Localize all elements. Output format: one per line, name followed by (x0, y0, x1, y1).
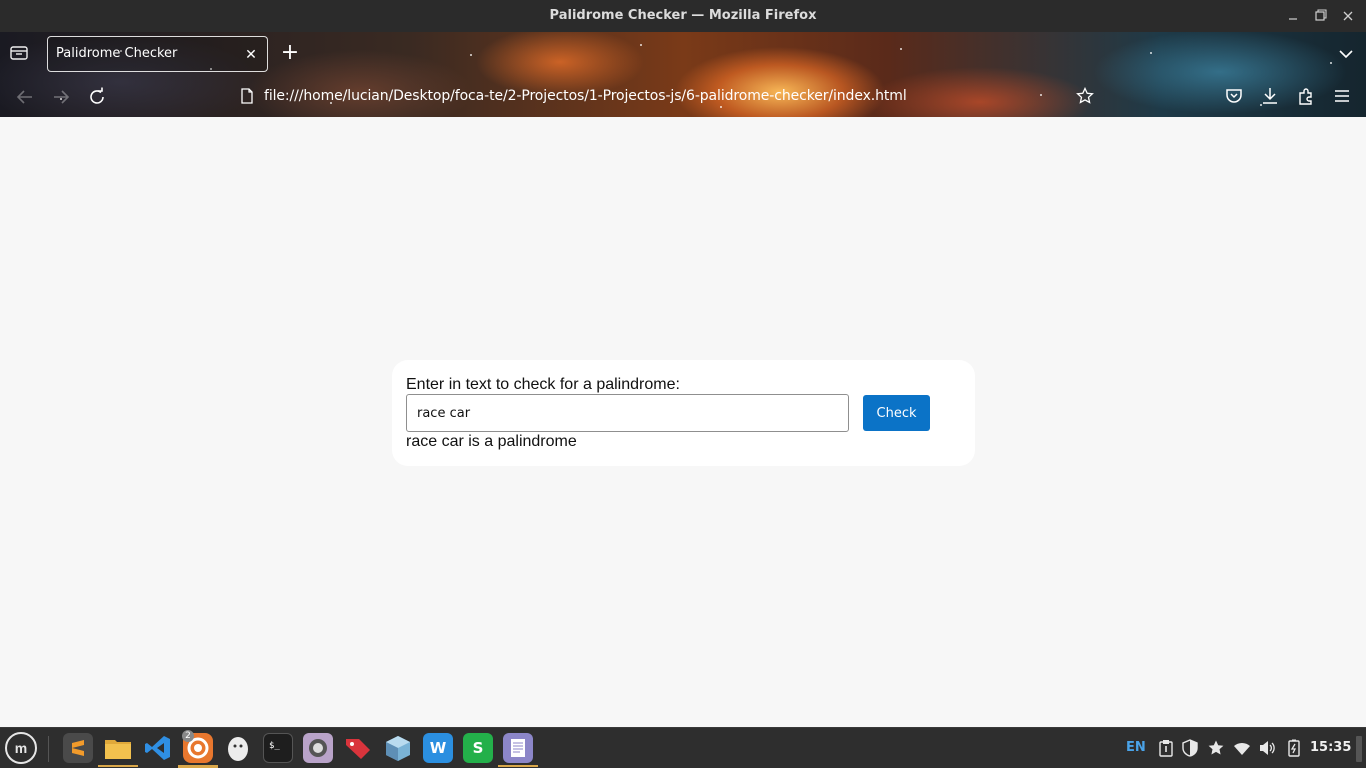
writer-glyph: W (429, 739, 447, 757)
forward-icon[interactable] (50, 86, 72, 108)
spreadsheet-glyph: S (472, 739, 484, 757)
window-title: Palidrome Checker — Mozilla Firefox (549, 8, 817, 23)
clipboard-icon[interactable] (1157, 739, 1175, 757)
spreadsheet-icon[interactable]: S (463, 733, 493, 763)
reload-icon[interactable] (86, 86, 108, 108)
show-desktop-button[interactable] (1356, 736, 1362, 762)
screenshot-icon[interactable] (303, 733, 333, 763)
input-prompt-label: Enter in text to check for a palindrome: (406, 376, 680, 393)
menu-icon[interactable] (1332, 86, 1352, 106)
page-icon (240, 88, 254, 104)
tab-list-icon[interactable] (10, 45, 28, 61)
window-count-badge: 2 (182, 730, 194, 742)
page-content: Enter in text to check for a palindrome:… (0, 117, 1366, 727)
bookmark-star-icon[interactable] (1076, 86, 1094, 105)
tab-close-icon[interactable]: ✕ (243, 45, 259, 63)
gimp-icon[interactable] (223, 733, 253, 763)
shield-icon[interactable] (1181, 739, 1199, 757)
tab-palidrome-checker[interactable]: Palidrome Checker ✕ (47, 36, 268, 72)
keyboard-layout-indicator[interactable]: EN (1126, 740, 1146, 755)
new-tab-button[interactable]: + (280, 42, 300, 64)
taskbar-separator (48, 736, 49, 762)
url-bar[interactable]: file:///home/lucian/Desktop/foca-te/2-Pr… (230, 79, 1110, 113)
back-icon[interactable] (14, 86, 36, 108)
tab-title: Palidrome Checker (56, 46, 178, 61)
clock[interactable]: 15:35 (1310, 740, 1351, 755)
pocket-icon[interactable] (1224, 86, 1244, 106)
result-text: race car is a palindrome (406, 433, 577, 450)
open-app-indicator (98, 765, 138, 767)
palindrome-card: Enter in text to check for a palindrome:… (392, 360, 975, 466)
check-button[interactable]: Check (863, 395, 930, 431)
virtualbox-icon[interactable] (383, 733, 413, 763)
maximize-icon[interactable] (1310, 6, 1330, 26)
vscode-icon[interactable] (143, 733, 173, 763)
url-text[interactable]: file:///home/lucian/Desktop/foca-te/2-Pr… (264, 79, 907, 113)
minimize-icon[interactable] (1283, 6, 1303, 26)
text-editor-icon[interactable] (503, 733, 533, 763)
svg-text:$_: $_ (269, 741, 280, 751)
volume-icon[interactable] (1258, 739, 1276, 757)
tag-app-icon[interactable] (343, 733, 373, 763)
writer-icon[interactable]: W (423, 733, 453, 763)
downloads-icon[interactable] (1260, 86, 1280, 106)
open-app-indicator (498, 765, 538, 767)
battery-icon[interactable] (1285, 739, 1303, 757)
extensions-icon[interactable] (1296, 86, 1316, 106)
sublime-text-icon[interactable] (63, 733, 93, 763)
files-icon[interactable] (103, 733, 133, 763)
favorites-star-icon[interactable] (1207, 739, 1225, 757)
wifi-icon[interactable] (1233, 739, 1251, 757)
taskbar: m 2 $_ W S EN 15:35 (0, 727, 1366, 768)
window-titlebar: Palidrome Checker — Mozilla Firefox (0, 0, 1366, 32)
start-menu-button[interactable]: m (5, 732, 37, 764)
text-input[interactable] (406, 394, 849, 432)
browser-toolbar: Palidrome Checker ✕ + file:///home/lucia… (0, 32, 1366, 117)
chevron-down-icon[interactable] (1336, 44, 1356, 64)
close-icon[interactable] (1338, 6, 1358, 26)
terminal-icon[interactable]: $_ (263, 733, 293, 763)
